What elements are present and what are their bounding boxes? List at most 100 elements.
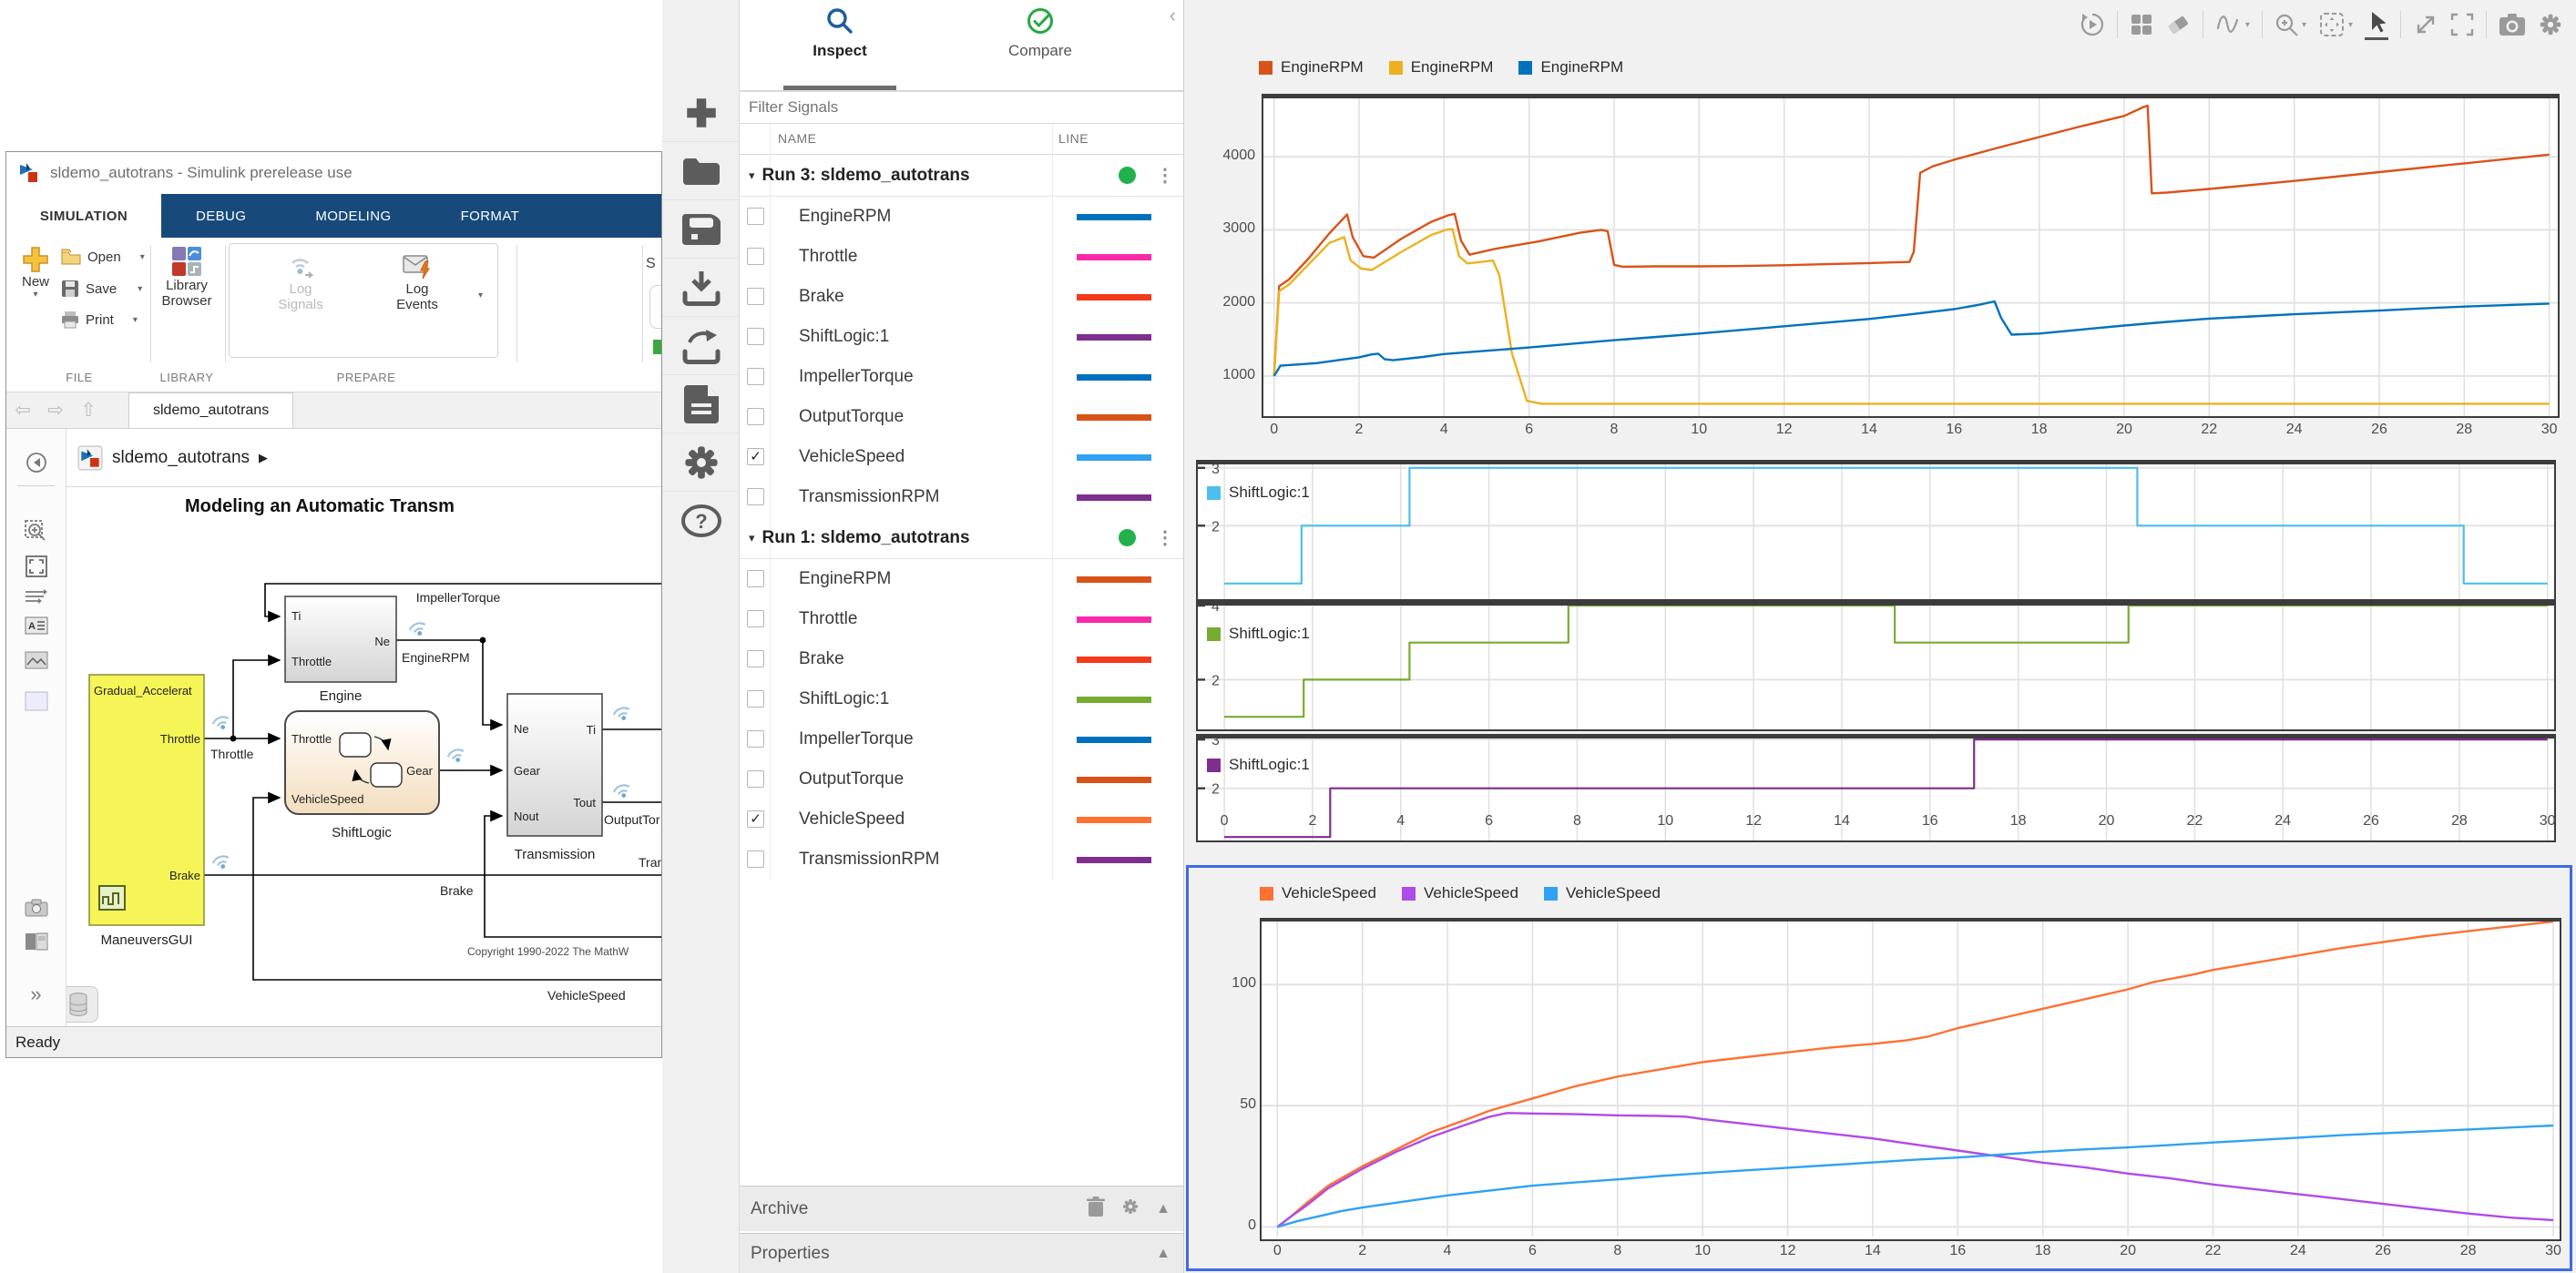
- signal-row[interactable]: ImpellerTorque: [740, 357, 1183, 397]
- signal-checkbox[interactable]: [747, 368, 764, 385]
- tab-compare[interactable]: Compare: [958, 7, 1122, 60]
- clear-subplots-button[interactable]: [2165, 13, 2191, 36]
- signal-trace-options-button[interactable]: ▾: [2215, 12, 2250, 37]
- properties-collapse-icon[interactable]: ▲: [1156, 1246, 1170, 1262]
- tab-inspect[interactable]: Inspect: [758, 7, 922, 60]
- signal-row[interactable]: Brake: [740, 639, 1183, 679]
- signal-checkbox[interactable]: [747, 248, 764, 265]
- print-caret-icon[interactable]: ▾: [133, 315, 138, 325]
- trash-icon[interactable]: [1087, 1197, 1106, 1221]
- caret-down-icon[interactable]: ▾: [2348, 20, 2353, 30]
- preferences-button[interactable]: [662, 433, 740, 492]
- signal-checkbox[interactable]: ✓: [747, 810, 764, 828]
- nav-up-icon[interactable]: ⇧: [72, 399, 105, 422]
- breadcrumb-caret-icon[interactable]: ▶: [259, 451, 268, 465]
- breadcrumb[interactable]: sldemo_autotrans ▶: [66, 429, 661, 487]
- kebab-menu-icon[interactable]: ⋮: [1156, 526, 1174, 549]
- signal-checkbox[interactable]: [747, 488, 764, 505]
- prepare-caret-icon[interactable]: ▾: [478, 290, 483, 300]
- save-caret-icon[interactable]: ▾: [138, 284, 142, 294]
- signal-row[interactable]: ShiftLogic:1: [740, 317, 1183, 357]
- vehiclespeed-chart[interactable]: [1260, 918, 2561, 1241]
- add-run-button[interactable]: [662, 84, 740, 142]
- tab-format[interactable]: FORMAT: [426, 194, 555, 238]
- library-book-icon[interactable]: [25, 932, 48, 956]
- signal-row[interactable]: ✓ VehicleSpeed: [740, 799, 1183, 840]
- open-caret-icon[interactable]: ▾: [140, 252, 145, 262]
- open-session-button[interactable]: [662, 142, 740, 200]
- signal-row[interactable]: OutputTorque: [740, 397, 1183, 437]
- archive-section-header[interactable]: Archive ▲: [740, 1186, 1183, 1231]
- subplot-layout-button[interactable]: [2130, 13, 2153, 36]
- block-shiftlogic[interactable]: Throttle VehicleSpeed Gear ShiftLogic: [284, 710, 440, 840]
- signal-row[interactable]: TransmissionRPM: [740, 840, 1183, 880]
- nav-forward-icon[interactable]: ⇨: [39, 399, 72, 422]
- filter-signals-input[interactable]: [740, 91, 1183, 124]
- archive-collapse-icon[interactable]: ▲: [1156, 1201, 1170, 1217]
- kebab-menu-icon[interactable]: ⋮: [1156, 164, 1174, 187]
- breadcrumb-model-name[interactable]: sldemo_autotrans: [112, 448, 250, 468]
- fullscreen-button[interactable]: [2450, 13, 2474, 36]
- new-button[interactable]: New ▾: [14, 245, 57, 300]
- library-browser-button[interactable]: Library Browser: [158, 245, 216, 309]
- report-button[interactable]: [662, 375, 740, 433]
- model-canvas[interactable]: Modeling an Automatic Transm Gradual_Acc…: [66, 487, 661, 1026]
- caret-down-icon[interactable]: ▾: [2245, 20, 2250, 30]
- annotation-icon[interactable]: A: [25, 616, 48, 639]
- tab-debug[interactable]: DEBUG: [161, 194, 281, 238]
- document-tab[interactable]: sldemo_autotrans: [128, 392, 294, 428]
- signal-row[interactable]: Throttle: [740, 237, 1183, 277]
- tab-simulation[interactable]: SIMULATION: [6, 194, 161, 238]
- signal-checkbox[interactable]: [747, 850, 764, 868]
- screenshot-camera-icon[interactable]: [25, 899, 48, 922]
- open-button[interactable]: Open ▾: [61, 249, 145, 265]
- fit-to-view-icon[interactable]: [25, 555, 48, 583]
- tab-modeling[interactable]: MODELING: [281, 194, 425, 238]
- plot-settings-button[interactable]: [2538, 12, 2563, 37]
- log-events-button[interactable]: Log Events: [385, 250, 449, 312]
- signal-routing-icon[interactable]: [25, 587, 48, 610]
- shiftlogic-strip-run1[interactable]: 24: [1196, 599, 2556, 731]
- collapse-panel-icon[interactable]: ‹: [1170, 4, 1176, 27]
- signal-checkbox[interactable]: [747, 328, 764, 345]
- signal-row[interactable]: EngineRPM: [740, 559, 1183, 599]
- archive-settings-icon[interactable]: [1121, 1197, 1140, 1220]
- signal-row[interactable]: OutputTorque: [740, 759, 1183, 799]
- signal-checkbox[interactable]: [747, 570, 764, 587]
- snapshot-button[interactable]: [2499, 13, 2526, 36]
- hide-explorer-icon[interactable]: [25, 451, 48, 479]
- zoom-button[interactable]: ▾: [2274, 13, 2306, 37]
- signal-row[interactable]: ShiftLogic:1: [740, 679, 1183, 719]
- zoom-region-icon[interactable]: [24, 520, 48, 548]
- vehiclespeed-subplot-selected[interactable]: VehicleSpeed VehicleSpeed VehicleSpeed 0 50…: [1186, 865, 2572, 1271]
- new-caret-icon[interactable]: ▾: [33, 290, 37, 300]
- signal-row[interactable]: EngineRPM: [740, 197, 1183, 237]
- palette-overflow-icon[interactable]: »: [30, 983, 41, 1006]
- signal-checkbox[interactable]: [747, 208, 764, 225]
- signal-checkbox[interactable]: [747, 650, 764, 667]
- save-button[interactable]: Save ▾: [61, 280, 142, 298]
- enginerpm-chart[interactable]: [1262, 94, 2560, 418]
- block-engine[interactable]: Ti Throttle Ne Engine: [284, 596, 397, 704]
- signal-checkbox[interactable]: [747, 610, 764, 627]
- signal-checkbox[interactable]: [747, 770, 764, 788]
- signal-checkbox[interactable]: ✓: [747, 448, 764, 465]
- run-header[interactable]: ▾ Run 3: sldemo_autotrans ⋮: [740, 155, 1183, 197]
- data-browser-badge[interactable]: [66, 986, 98, 1023]
- print-button[interactable]: Print ▾: [61, 311, 138, 329]
- block-maneuversgui[interactable]: Gradual_Accelerat Throttle Brake Maneuve…: [88, 674, 205, 948]
- data-cursor-button[interactable]: [2365, 10, 2388, 40]
- fit-to-view-button[interactable]: ▾: [2318, 11, 2353, 38]
- expand-button[interactable]: [2413, 12, 2438, 37]
- signal-checkbox[interactable]: [747, 730, 764, 748]
- signal-row[interactable]: ✓ VehicleSpeed: [740, 437, 1183, 477]
- log-signals-button[interactable]: Log Signals: [269, 250, 332, 312]
- collapse-triangle-icon[interactable]: ▾: [749, 531, 755, 545]
- signal-row[interactable]: Throttle: [740, 599, 1183, 639]
- nav-back-icon[interactable]: ⇦: [6, 399, 39, 422]
- help-button[interactable]: ?: [662, 492, 740, 550]
- run-header[interactable]: ▾ Run 1: sldemo_autotrans ⋮: [740, 517, 1183, 559]
- signal-checkbox[interactable]: [747, 408, 764, 425]
- area-box-icon[interactable]: [25, 691, 48, 716]
- properties-section-header[interactable]: Properties ▲: [740, 1233, 1183, 1273]
